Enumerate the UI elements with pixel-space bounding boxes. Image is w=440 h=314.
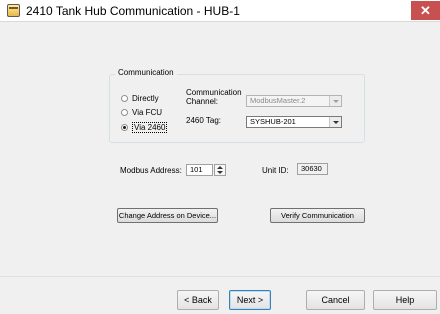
modbus-address-label: Modbus Address: [120,166,182,175]
change-address-button[interactable]: Change Address on Device... [117,208,218,223]
radio-label: Directly [132,94,159,103]
radio-via-2460[interactable]: Via 2460 [121,122,168,133]
channel-combo-value: ModbusMaster.2 [250,96,306,105]
tag-combo-value: SYSHUB-201 [250,117,296,126]
chevron-down-icon[interactable] [329,117,341,127]
title-bar[interactable]: 2410 Tank Hub Communication - HUB-1 ✕ [0,0,440,22]
footer-divider [0,276,440,277]
channel-combo[interactable]: ModbusMaster.2 [246,95,342,107]
help-button[interactable]: Help [373,290,437,310]
radio-circle-selected[interactable] [121,124,128,131]
unit-id-label: Unit ID: [262,166,289,175]
close-button[interactable]: ✕ [411,1,440,20]
verify-communication-button[interactable]: Verify Communication [270,208,365,223]
radio-circle[interactable] [121,109,128,116]
app-icon [7,4,20,17]
unit-id-field: 30630 [297,163,328,175]
communication-group-label: Communication [115,68,177,77]
tag-label: 2460 Tag: [186,116,221,125]
radio-label: Via FCU [132,108,163,117]
channel-label-line2: Channel: [186,97,219,106]
chevron-down-icon[interactable] [329,96,341,106]
radio-label: Via 2460 [132,122,168,133]
radio-directly[interactable]: Directly [121,94,159,103]
back-button[interactable]: < Back [177,290,219,310]
radio-via-fcu[interactable]: Via FCU [121,108,162,117]
modbus-address-spinner[interactable] [214,164,226,176]
tag-combo[interactable]: SYSHUB-201 [246,116,342,128]
modbus-address-input[interactable]: 101 [186,164,213,176]
cancel-button[interactable]: Cancel [306,290,365,310]
dialog-window: 2410 Tank Hub Communication - HUB-1 ✕ Co… [0,0,440,314]
spin-down-icon[interactable] [217,171,223,174]
spin-up-icon[interactable] [217,166,223,169]
next-button[interactable]: Next > [229,290,271,310]
channel-label-line1: Communication [186,88,242,97]
radio-circle[interactable] [121,95,128,102]
window-title: 2410 Tank Hub Communication - HUB-1 [26,4,240,18]
